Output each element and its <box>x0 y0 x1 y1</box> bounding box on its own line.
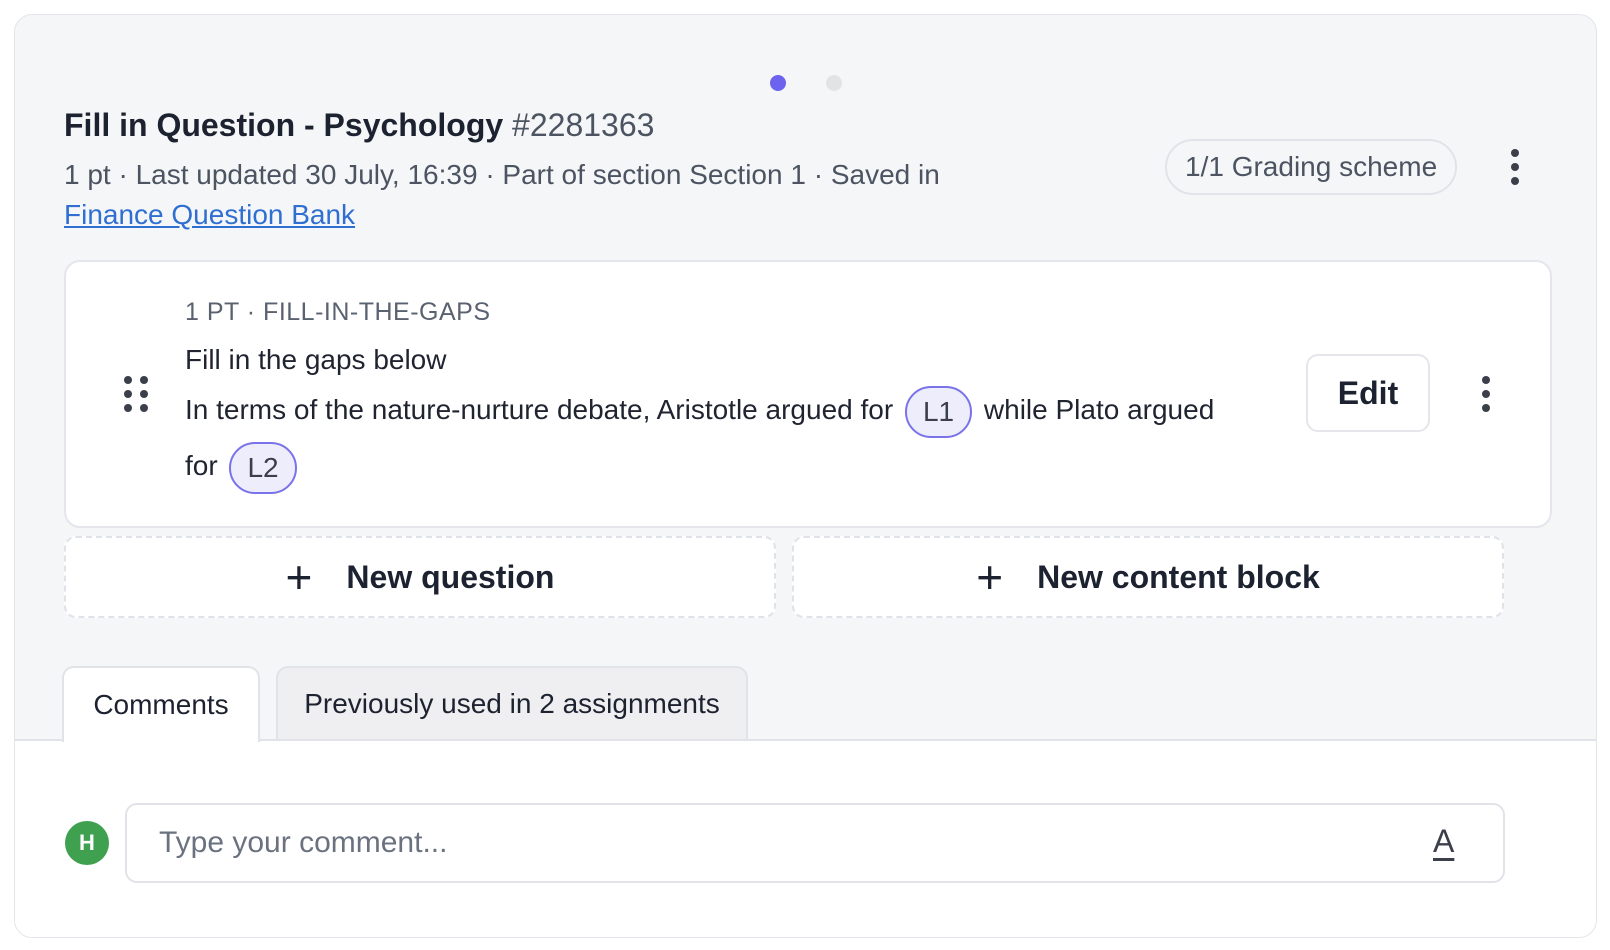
card-more-options-icon[interactable] <box>1482 376 1490 412</box>
question-title: Fill in Question - Psychology #2281363 <box>64 107 654 144</box>
carousel-dots <box>15 75 1596 91</box>
gap-chip-l1[interactable]: L1 <box>904 385 973 438</box>
avatar: H <box>65 821 109 865</box>
grading-scheme-badge[interactable]: 1/1 Grading scheme <box>1165 139 1458 195</box>
question-instruction: Fill in the gaps below <box>185 344 447 375</box>
comment-input[interactable] <box>125 803 1505 883</box>
question-body: In terms of the nature-nurture debate, A… <box>185 382 1245 494</box>
text-format-icon[interactable]: A <box>1433 823 1454 860</box>
edit-button[interactable]: Edit <box>1306 354 1430 432</box>
question-bank-link[interactable]: Finance Question Bank <box>64 199 355 230</box>
carousel-dot-1[interactable] <box>769 75 786 91</box>
tab-comments[interactable]: Comments <box>62 666 260 742</box>
tab-previously-used[interactable]: Previously used in 2 assignments <box>276 666 748 740</box>
gap-chip-l2[interactable]: L2 <box>229 441 297 494</box>
new-question-button[interactable]: + New question <box>64 536 776 618</box>
plus-icon: + <box>976 551 1004 603</box>
question-body-text-1: In terms of the nature-nurture debate, A… <box>185 394 894 425</box>
question-meta: 1 pt · Last updated 30 July, 16:39 · Par… <box>64 155 1094 235</box>
question-id: #2281363 <box>512 107 655 143</box>
drag-handle-icon[interactable] <box>124 376 148 412</box>
question-panel: Fill in Question - Psychology #2281363 1… <box>14 14 1597 938</box>
comments-panel: H A <box>15 739 1596 937</box>
carousel-dot-2[interactable] <box>825 75 842 91</box>
question-more-options-icon[interactable] <box>1511 149 1519 185</box>
new-question-label: New question <box>346 558 555 595</box>
question-card: 1 PT · FILL-IN-THE-GAPS Fill in the gaps… <box>64 260 1552 528</box>
question-meta-text: 1 pt · Last updated 30 July, 16:39 · Par… <box>64 159 940 190</box>
question-type-label: 1 PT · FILL-IN-THE-GAPS <box>185 298 491 326</box>
new-content-block-button[interactable]: + New content block <box>792 536 1504 618</box>
question-title-text: Fill in Question - Psychology <box>64 107 504 143</box>
new-content-block-label: New content block <box>1037 558 1320 595</box>
plus-icon: + <box>285 551 313 603</box>
